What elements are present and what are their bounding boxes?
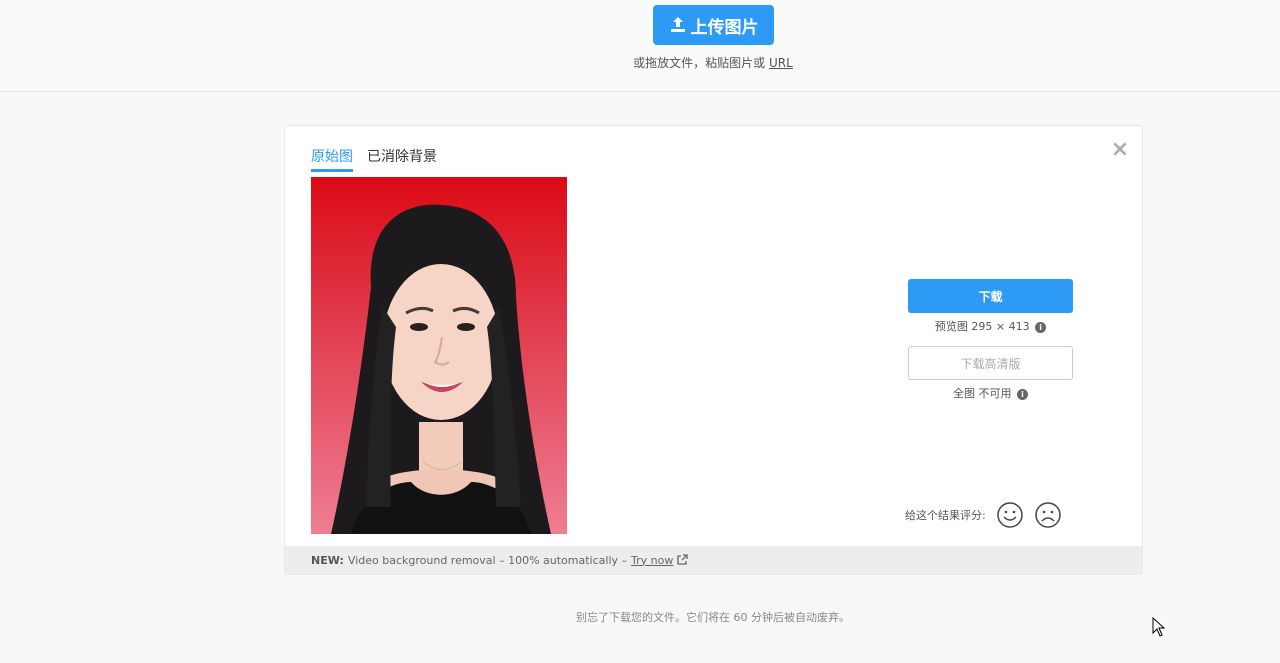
url-link[interactable]: URL	[769, 56, 793, 70]
result-card: 原始图 已消除背景 × 下载 预览图 295 × 413 i 下载高清版 全图 …	[284, 125, 1143, 575]
rating-label: 给这个结果评分:	[905, 509, 986, 522]
tab-removed-background[interactable]: 已消除背景	[367, 146, 437, 172]
download-button[interactable]: 下载	[908, 279, 1073, 313]
upload-icon	[670, 17, 685, 32]
tab-original[interactable]: 原始图	[311, 146, 353, 172]
original-photo	[311, 177, 567, 534]
try-now-link[interactable]: Try now	[631, 554, 673, 567]
drop-hint: 或拖放文件，粘贴图片或 URL	[0, 54, 1280, 71]
new-badge: NEW:	[311, 553, 344, 567]
footer-text: Video background removal – 100% automati…	[347, 553, 628, 567]
mouse-cursor-icon	[1152, 617, 1166, 637]
portrait-illustration	[331, 204, 551, 534]
info-icon[interactable]: i	[1017, 388, 1028, 400]
close-icon[interactable]: ×	[1110, 139, 1130, 161]
download-hd-button[interactable]: 下载高清版	[908, 346, 1073, 380]
info-icon[interactable]: i	[1035, 321, 1047, 333]
external-link-icon	[677, 554, 689, 565]
smile-icon[interactable]	[996, 501, 1024, 529]
expiry-note: 别忘了下载您的文件。它们将在 60 分钟后被自动废弃。	[576, 611, 850, 624]
full-image-text: 全图 不可用	[953, 387, 1012, 400]
upload-area: 上传图片 或拖放文件，粘贴图片或 URL	[0, 0, 1280, 92]
card-footer: NEW: Video background removal – 100% aut…	[285, 546, 1142, 574]
rating-section: 给这个结果评分:	[905, 501, 1062, 529]
frown-icon[interactable]	[1034, 501, 1062, 529]
view-tabs: 原始图 已消除背景	[311, 146, 437, 172]
full-image-info: 全图 不可用 i	[908, 385, 1073, 401]
upload-image-button[interactable]: 上传图片	[653, 5, 774, 45]
upload-button-label: 上传图片	[690, 17, 759, 38]
preview-info: 预览图 295 × 413 i	[908, 318, 1073, 334]
drop-hint-text: 或拖放文件，粘贴图片或	[633, 56, 766, 70]
preview-size-text: 预览图 295 × 413	[934, 320, 1030, 333]
